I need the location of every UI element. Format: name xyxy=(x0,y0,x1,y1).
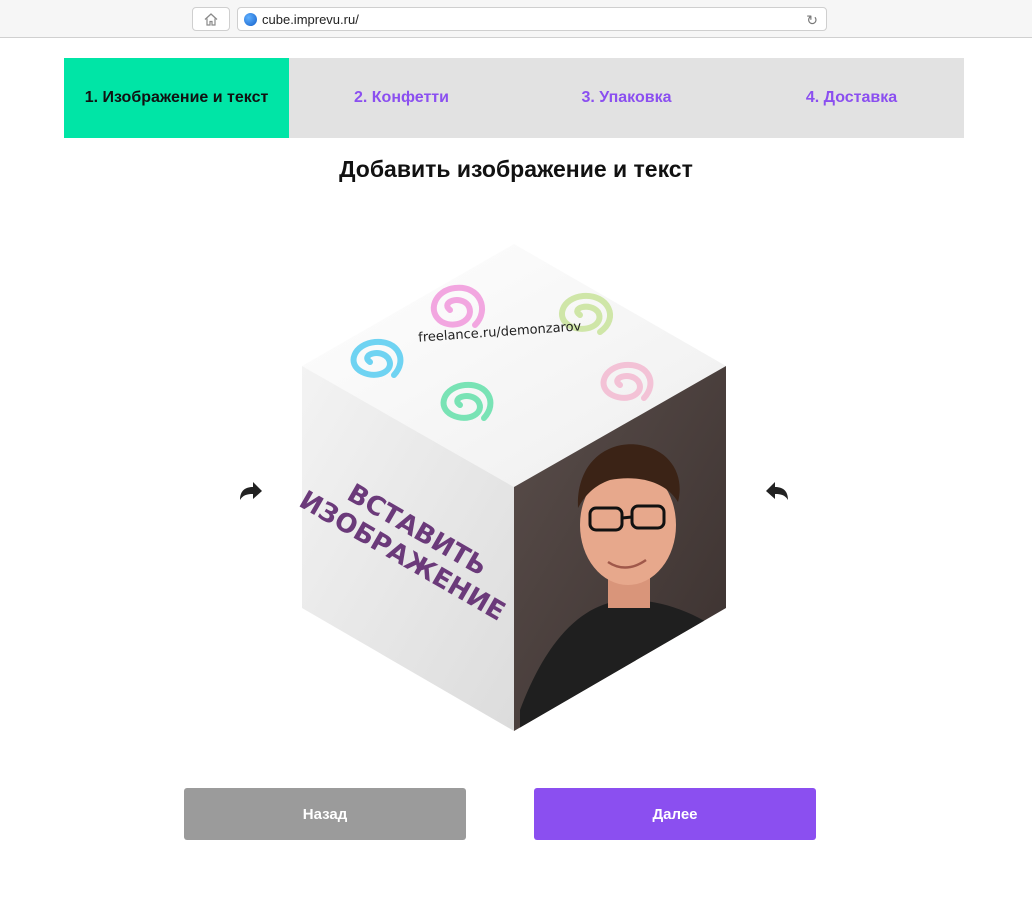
page-title: Добавить изображение и текст xyxy=(339,156,693,182)
tab-step-1[interactable]: 1. Изображение и текст xyxy=(64,58,289,138)
address-bar[interactable]: cube.imprevu.ru/ ↻ xyxy=(237,7,827,31)
tab-step-4[interactable]: 4. Доставка xyxy=(739,58,964,138)
tab-step-2[interactable]: 2. Конфетти xyxy=(289,58,514,138)
steps-tabs: 1. Изображение и текст 2. Конфетти 3. Уп… xyxy=(64,58,964,138)
cube-preview[interactable]: freelance.ru/demonzarov ВСТАВИТЬ ИЗОБРАЖ… xyxy=(290,240,740,740)
rotate-left-icon[interactable] xyxy=(236,478,264,506)
rotate-right-icon[interactable] xyxy=(764,478,792,506)
next-button[interactable]: Далее xyxy=(534,788,816,840)
home-icon xyxy=(204,12,218,26)
reload-icon[interactable]: ↻ xyxy=(806,12,818,29)
home-button[interactable] xyxy=(192,7,230,31)
tab-step-3[interactable]: 3. Упаковка xyxy=(514,58,739,138)
url-text: cube.imprevu.ru/ xyxy=(262,11,359,27)
browser-toolbar: cube.imprevu.ru/ ↻ xyxy=(0,0,1032,38)
back-button[interactable]: Назад xyxy=(184,788,466,840)
globe-icon xyxy=(244,12,257,26)
